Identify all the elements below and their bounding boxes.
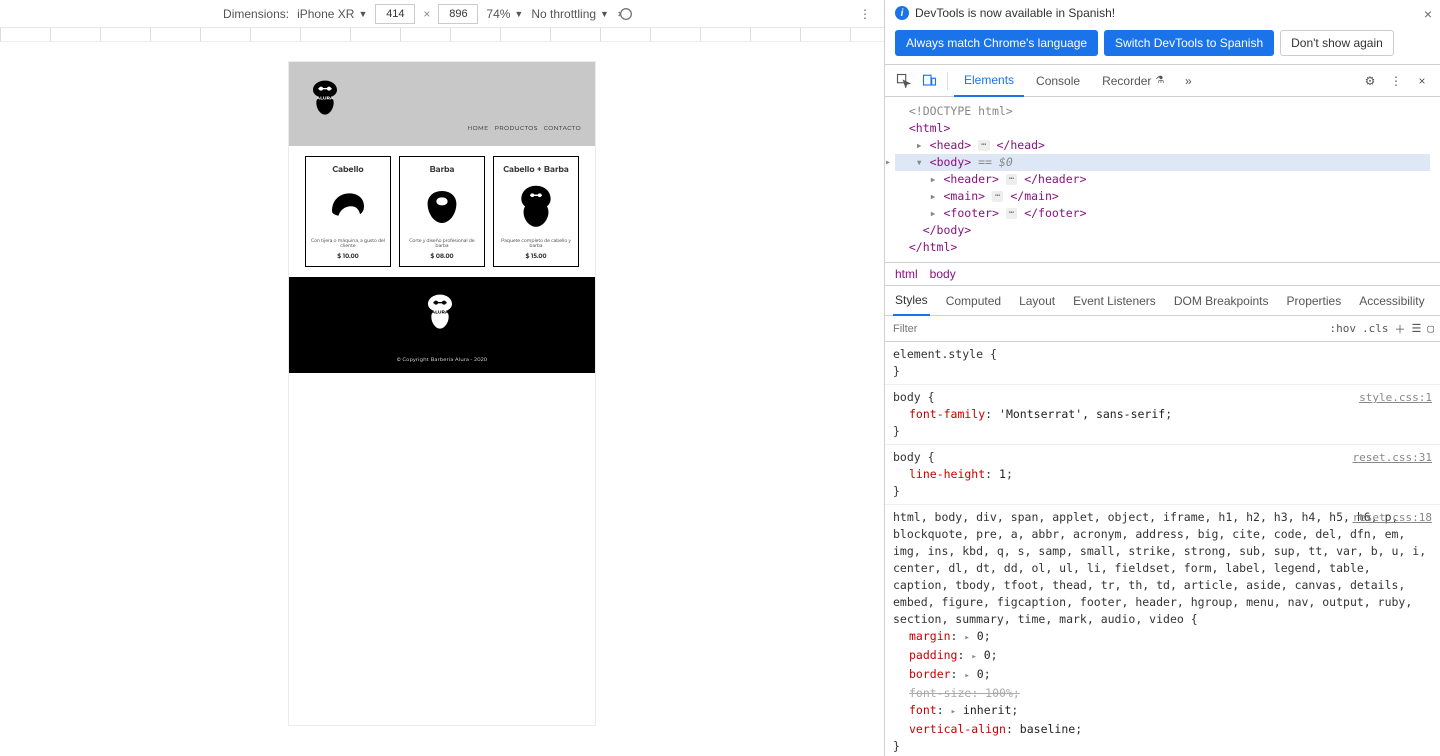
subtab-eventlisteners[interactable]: Event Listeners: [1071, 286, 1158, 316]
dont-show-button[interactable]: Don't show again: [1280, 30, 1394, 56]
height-input[interactable]: [438, 4, 478, 24]
nav-home[interactable]: HOME: [467, 124, 488, 132]
card-cabello: Cabello Con tijera o máquina, a gusto de…: [305, 156, 391, 267]
copyright: © Copyright Barbería Alura - 2020: [397, 357, 488, 363]
card-price: $ 08.00: [430, 252, 453, 260]
language-buttons: Always match Chrome's language Switch De…: [885, 26, 1440, 65]
cls-toggle[interactable]: .cls: [1362, 322, 1389, 335]
svg-text:ALURA: ALURA: [431, 309, 449, 315]
switch-language-button[interactable]: Switch DevTools to Spanish: [1104, 30, 1274, 56]
inspect-icon[interactable]: [891, 69, 915, 93]
breadcrumb: html body: [885, 262, 1440, 286]
viewport-area: ALURA HOME PRODUCTOS CONTACTO Cabello Co…: [0, 42, 884, 756]
tab-recorder[interactable]: Recorder⚗: [1092, 65, 1174, 97]
subtab-dombreakpoints[interactable]: DOM Breakpoints: [1172, 286, 1271, 316]
devtools-pane: i DevTools is now available in Spanish! …: [885, 0, 1440, 756]
subtab-layout[interactable]: Layout: [1017, 286, 1057, 316]
card-barba: Barba Corte y diseño profesional de barb…: [399, 156, 485, 267]
device-frame: ALURA HOME PRODUCTOS CONTACTO Cabello Co…: [289, 62, 595, 725]
breadcrumb-html[interactable]: html: [895, 267, 918, 281]
close-icon[interactable]: ×: [1424, 6, 1432, 22]
more-tabs-icon[interactable]: »: [1176, 69, 1200, 93]
rotate-icon[interactable]: [617, 5, 635, 23]
close-icon[interactable]: ×: [1410, 69, 1434, 93]
styles-subtabs: Styles Computed Layout Event Listeners D…: [885, 286, 1440, 316]
dimension-separator: ×: [423, 7, 430, 21]
card-combo: Cabello + Barba Paquete completo de cabe…: [493, 156, 579, 267]
card-title: Cabello + Barba: [503, 165, 569, 175]
devtools-tabs: Elements Console Recorder⚗ » ⚙ ⋮ ×: [885, 65, 1440, 97]
card-price: $ 15.00: [525, 252, 546, 260]
subtab-properties[interactable]: Properties: [1285, 286, 1344, 316]
kebab-menu-icon[interactable]: ⋮: [1384, 69, 1408, 93]
rule-source-link[interactable]: reset.css:18: [1353, 509, 1432, 526]
svg-text:ALURA: ALURA: [316, 95, 334, 101]
info-bar: i DevTools is now available in Spanish! …: [885, 0, 1440, 26]
new-rule-icon[interactable]: ＋: [1395, 321, 1406, 337]
rule-source-link[interactable]: reset.css:31: [1353, 449, 1432, 466]
card-desc: Con tijera o máquina, a gusto del client…: [310, 239, 386, 250]
subtab-accessibility[interactable]: Accessibility: [1357, 286, 1426, 316]
beard-icon: [416, 181, 468, 233]
chevron-down-icon: ▼: [514, 9, 523, 19]
site-header: ALURA HOME PRODUCTOS CONTACTO: [289, 62, 595, 146]
device-toolbar: Dimensions: iPhone XR▼ × 74%▼ No throttl…: [0, 0, 884, 28]
styles-filter-row: :hov .cls ＋ ☰ ▢: [885, 316, 1440, 342]
chevron-down-icon: ▼: [358, 9, 367, 19]
css-rule[interactable]: style.css:1body {font-family: 'Montserra…: [885, 385, 1440, 445]
site-footer: ALURA © Copyright Barbería Alura - 2020: [289, 277, 595, 373]
throttling-select[interactable]: No throttling▼: [531, 7, 609, 21]
info-icon: i: [895, 6, 909, 20]
dom-tree[interactable]: <!DOCTYPE html> <html> ▸ <head> ⋯ </head…: [885, 97, 1440, 262]
dimensions-label: Dimensions:: [223, 7, 289, 21]
css-rule[interactable]: reset.css:31body {line-height: 1;}: [885, 445, 1440, 505]
sidebar-toggle-icon[interactable]: ▢: [1427, 322, 1434, 335]
flask-icon: ⚗: [1155, 75, 1164, 86]
card-title: Cabello: [332, 165, 363, 175]
card-desc: Corte y diseño profesional de barba: [404, 239, 480, 250]
hair-beard-icon: [510, 181, 562, 233]
nav-contacto[interactable]: CONTACTO: [544, 124, 581, 132]
css-rule[interactable]: reset.css:18html, body, div, span, apple…: [885, 505, 1440, 756]
info-text: DevTools is now available in Spanish!: [915, 6, 1115, 20]
card-title: Barba: [430, 165, 455, 175]
computed-toggle-icon[interactable]: ☰: [1412, 322, 1422, 335]
hair-icon: [322, 181, 374, 233]
breadcrumb-body[interactable]: body: [930, 267, 956, 281]
dom-selected-body: ▾ <body> == $0: [895, 154, 1430, 171]
ruler: [0, 28, 884, 42]
tab-console[interactable]: Console: [1026, 65, 1090, 97]
header-logo: ALURA: [303, 72, 347, 132]
match-language-button[interactable]: Always match Chrome's language: [895, 30, 1098, 56]
zoom-select[interactable]: 74%▼: [486, 7, 523, 21]
device-mode-pane: Dimensions: iPhone XR▼ × 74%▼ No throttl…: [0, 0, 885, 756]
site-main: Cabello Con tijera o máquina, a gusto de…: [289, 146, 595, 277]
site-nav: HOME PRODUCTOS CONTACTO: [467, 124, 581, 132]
card-price: $ 10.00: [337, 252, 359, 260]
device-select[interactable]: iPhone XR▼: [297, 7, 367, 21]
css-rule[interactable]: element.style {}: [885, 342, 1440, 385]
chevron-down-icon: ▼: [600, 9, 609, 19]
width-input[interactable]: [375, 4, 415, 24]
subtab-styles[interactable]: Styles: [893, 286, 930, 316]
subtab-computed[interactable]: Computed: [944, 286, 1003, 316]
tab-elements[interactable]: Elements: [954, 65, 1024, 97]
kebab-menu-icon[interactable]: ⋮: [856, 5, 874, 23]
card-desc: Paquete completo de cabello y barba: [498, 239, 574, 250]
styles-filter-input[interactable]: [885, 323, 1324, 335]
styles-panel[interactable]: element.style {}style.css:1body {font-fa…: [885, 342, 1440, 756]
footer-logo: ALURA: [420, 289, 464, 349]
nav-productos[interactable]: PRODUCTOS: [495, 124, 538, 132]
rule-source-link[interactable]: style.css:1: [1359, 389, 1432, 406]
gear-icon[interactable]: ⚙: [1358, 69, 1382, 93]
hov-toggle[interactable]: :hov: [1330, 322, 1357, 335]
device-mode-icon[interactable]: [917, 69, 941, 93]
